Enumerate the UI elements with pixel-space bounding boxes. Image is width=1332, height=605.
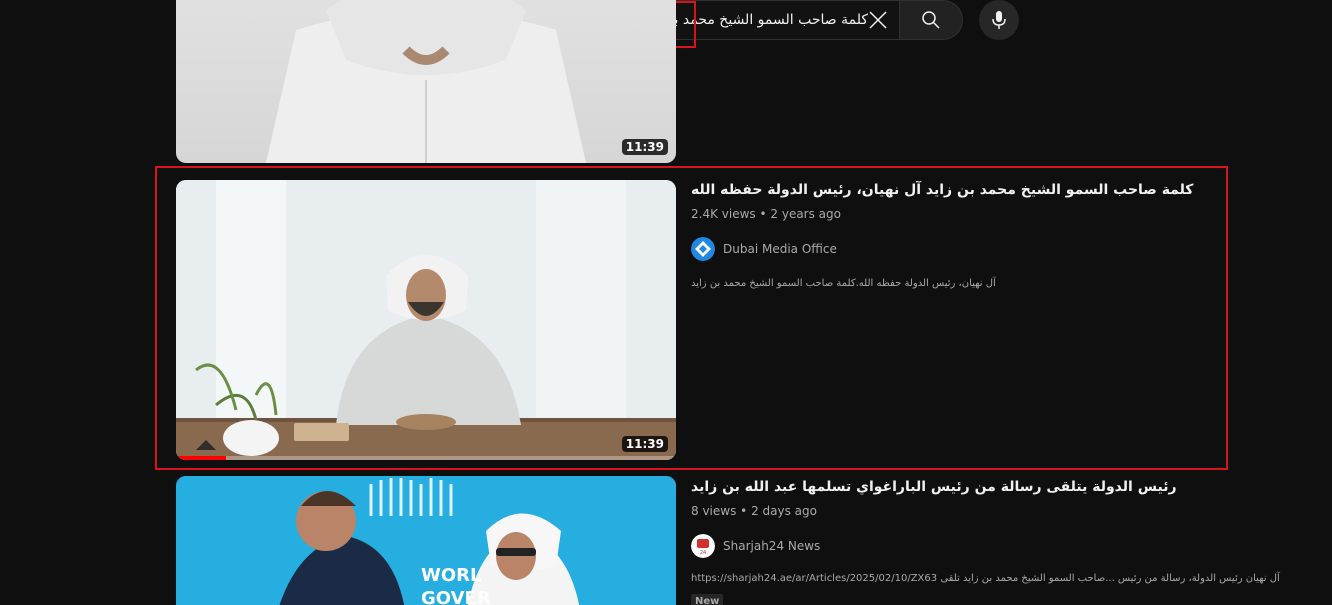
channel-name: Dubai Media Office bbox=[723, 242, 837, 256]
svg-text:WORL: WORL bbox=[421, 565, 482, 586]
video-description: آل نهيان رئيس الدولة، رسالة من رئيس ...ص… bbox=[691, 573, 1280, 584]
video-title[interactable]: كلمة صاحب السمو الشيخ محمد بن زايد آل نه… bbox=[691, 182, 1291, 198]
channel-link[interactable]: 24 Sharjah24 News bbox=[691, 534, 1291, 558]
video-duration: 11:39 bbox=[621, 436, 668, 452]
clear-search-button[interactable] bbox=[863, 5, 893, 35]
video-thumbnail[interactable]: 11:39 bbox=[176, 0, 676, 163]
search-results-page: 11:39 11:39 كلمة صاحب السمو الشيخ محمد ب… bbox=[0, 0, 1332, 605]
upload-age: 2 years ago bbox=[770, 207, 841, 221]
video-thumbnail[interactable]: 11:39 bbox=[176, 180, 676, 460]
svg-text:GOVER: GOVER bbox=[421, 588, 491, 605]
view-count: 8 views bbox=[691, 504, 737, 518]
video-meta: كلمة صاحب السمو الشيخ محمد بن زايد آل نه… bbox=[691, 182, 1291, 289]
video-thumbnail[interactable]: WORL GOVER bbox=[176, 476, 676, 605]
thumbnail-image bbox=[176, 180, 676, 460]
watch-progress-bar bbox=[176, 456, 226, 460]
video-meta: رئيس الدولة يتلقى رسالة من رئيس الباراغو… bbox=[691, 479, 1291, 605]
separator-dot: • bbox=[740, 504, 752, 518]
close-icon bbox=[869, 11, 887, 29]
video-title[interactable]: رئيس الدولة يتلقى رسالة من رئيس الباراغو… bbox=[691, 479, 1291, 495]
thumbnail-image bbox=[266, 0, 586, 163]
upload-age: 2 days ago bbox=[751, 504, 817, 518]
video-description: آل نهيان، رئيس الدولة حفظه الله.كلمة صاح… bbox=[691, 278, 996, 289]
view-count: 2.4K views bbox=[691, 207, 756, 221]
thumbnail-image: WORL GOVER bbox=[176, 476, 676, 605]
new-badge: New bbox=[691, 594, 724, 605]
channel-avatar bbox=[691, 237, 715, 261]
search-button[interactable] bbox=[899, 0, 963, 40]
svg-text:24: 24 bbox=[700, 550, 706, 556]
channel-avatar: 24 bbox=[691, 534, 715, 558]
voice-search-button[interactable] bbox=[979, 0, 1019, 40]
search-icon bbox=[922, 11, 940, 29]
video-stats: 8 views • 2 days ago bbox=[691, 504, 1291, 518]
watch-progress-track bbox=[176, 456, 676, 460]
video-stats: 2.4K views • 2 years ago bbox=[691, 207, 1291, 221]
channel-name: Sharjah24 News bbox=[723, 539, 821, 553]
separator-dot: • bbox=[759, 207, 771, 221]
microphone-icon bbox=[992, 11, 1006, 29]
video-duration: 11:39 bbox=[621, 139, 668, 155]
channel-link[interactable]: Dubai Media Office bbox=[691, 237, 1291, 261]
